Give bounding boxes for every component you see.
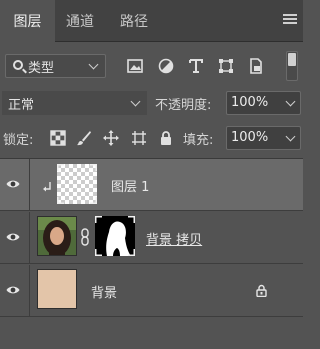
opacity-field[interactable]: 100% bbox=[226, 91, 301, 115]
layer-name: 图层 1 bbox=[111, 180, 150, 195]
blend-mode-value: 正常 bbox=[8, 98, 35, 113]
layer-mask-thumbnail[interactable] bbox=[95, 216, 135, 256]
filter-kind-select[interactable]: 类型 bbox=[5, 54, 106, 78]
layer-lock-icon bbox=[256, 284, 267, 297]
layer-filter-row: 类型 bbox=[0, 43, 303, 87]
lock-position-icon[interactable] bbox=[103, 130, 119, 146]
visibility-eye-icon[interactable] bbox=[6, 179, 20, 189]
layers-list: 图层 1 背景 拷贝 背景 bbox=[0, 158, 303, 318]
lock-image-pixels-icon[interactable] bbox=[76, 130, 92, 146]
chevron-down-icon bbox=[130, 96, 141, 107]
blend-mode-row: 正常 不透明度: 100% bbox=[0, 88, 303, 118]
tab-paths[interactable]: 路径 bbox=[120, 0, 148, 42]
lock-all-icon[interactable] bbox=[158, 130, 174, 146]
type-filter-icon[interactable] bbox=[188, 58, 204, 74]
lock-transparent-pixels-icon[interactable] bbox=[50, 130, 66, 146]
opacity-value: 100% bbox=[231, 95, 269, 110]
search-icon bbox=[13, 60, 23, 70]
blend-mode-select[interactable]: 正常 bbox=[2, 91, 147, 115]
layer-name: 背景 bbox=[91, 286, 118, 301]
image-filter-icon[interactable] bbox=[127, 58, 143, 74]
chevron-down-icon[interactable] bbox=[285, 131, 296, 142]
filter-kind-label: 类型 bbox=[28, 61, 55, 76]
opacity-label: 不透明度: bbox=[155, 98, 212, 113]
adjustment-filter-icon[interactable] bbox=[158, 58, 174, 74]
panel-menu-icon[interactable] bbox=[283, 14, 297, 26]
visibility-eye-icon[interactable] bbox=[6, 285, 20, 295]
panel-tab-bar: 图层 通道 路径 bbox=[0, 0, 303, 43]
mask-link-icon[interactable] bbox=[80, 228, 90, 246]
smart-object-filter-icon[interactable] bbox=[248, 58, 264, 74]
lock-label: 锁定: bbox=[3, 133, 34, 148]
tab-channels[interactable]: 通道 bbox=[66, 0, 94, 42]
clipping-mask-arrow-icon bbox=[43, 182, 51, 192]
tab-layers[interactable]: 图层 bbox=[0, 0, 55, 43]
lock-row: 锁定: 填充: 100% bbox=[0, 122, 303, 152]
chevron-down-icon bbox=[88, 59, 99, 70]
visibility-eye-icon[interactable] bbox=[6, 232, 20, 242]
lock-artboard-icon[interactable] bbox=[131, 130, 147, 146]
layer-thumbnail-photo[interactable] bbox=[37, 216, 77, 256]
filter-toggle-switch[interactable] bbox=[286, 51, 298, 81]
layer-thumbnail-solid[interactable] bbox=[37, 269, 77, 309]
fill-value: 100% bbox=[231, 130, 269, 145]
layer-name: 背景 拷贝 bbox=[146, 233, 203, 248]
shape-filter-icon[interactable] bbox=[218, 58, 234, 74]
fill-field[interactable]: 100% bbox=[226, 126, 301, 150]
layer-row-layer1[interactable]: 图层 1 bbox=[0, 159, 303, 211]
layer-thumbnail-transparent[interactable] bbox=[57, 164, 97, 204]
layer-row-background[interactable]: 背景 bbox=[0, 265, 303, 317]
chevron-down-icon[interactable] bbox=[285, 96, 296, 107]
layer-row-background-copy[interactable]: 背景 拷贝 bbox=[0, 212, 303, 264]
fill-label: 填充: bbox=[183, 133, 214, 148]
